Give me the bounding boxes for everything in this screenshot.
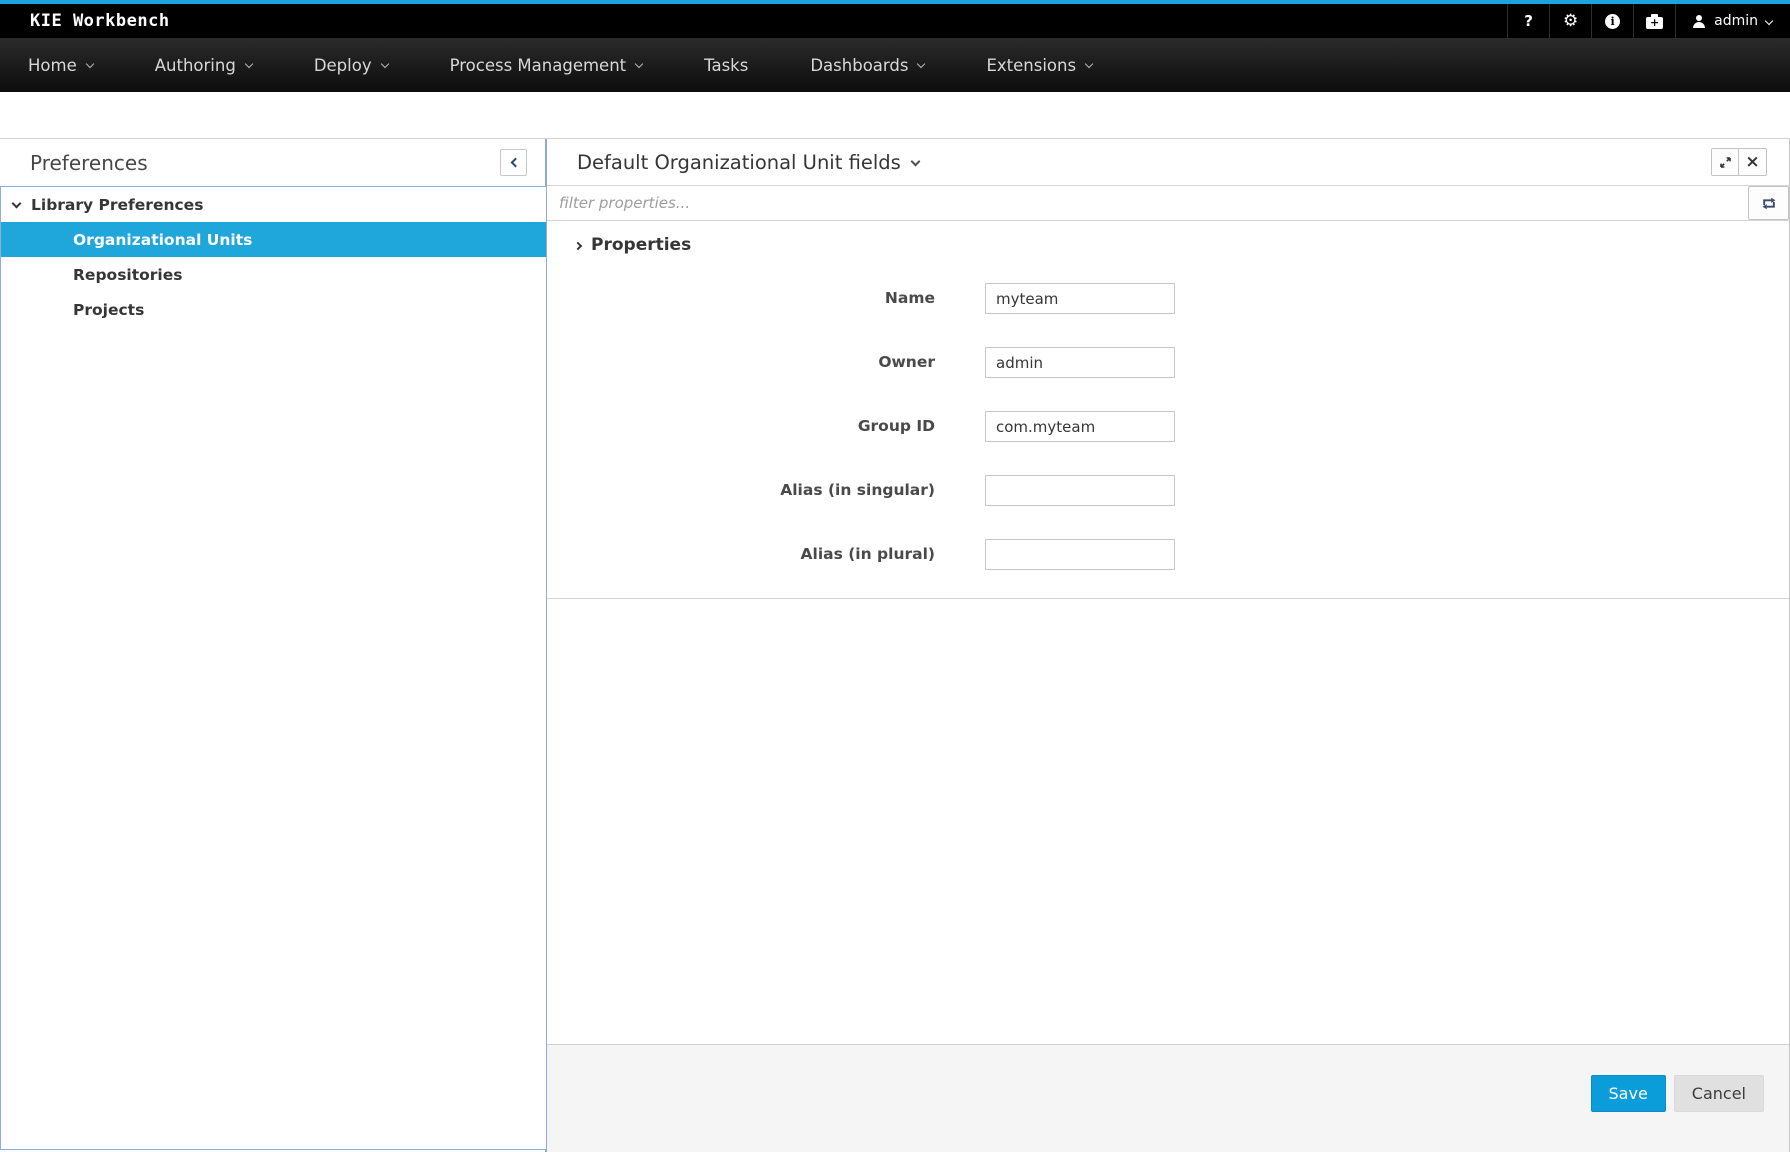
alias-singular-field[interactable] xyxy=(985,475,1175,506)
nav-item-home[interactable]: Home xyxy=(0,38,124,92)
chevron-down-icon xyxy=(12,198,22,208)
nav-label: Dashboards xyxy=(810,56,908,75)
main-nav: Home Authoring Deploy Process Management… xyxy=(0,38,1790,92)
help-button[interactable]: ? xyxy=(1507,4,1549,38)
properties-form: Name Owner Group ID Alias (in singular) … xyxy=(547,269,1789,570)
about-button[interactable]: i xyxy=(1591,4,1633,38)
nav-item-extensions[interactable]: Extensions xyxy=(955,38,1123,92)
chevron-down-icon xyxy=(1765,17,1773,25)
nav-item-dashboards[interactable]: Dashboards xyxy=(779,38,955,92)
tree-item-label: Library Preferences xyxy=(31,196,203,214)
alias-plural-field[interactable] xyxy=(985,539,1175,570)
workspace: Preferences Library Preferences Organiza… xyxy=(0,138,1790,1152)
nav-item-deploy[interactable]: Deploy xyxy=(283,38,419,92)
chevron-down-icon xyxy=(380,59,388,67)
preferences-title: Preferences xyxy=(0,151,500,175)
editor-title: Default Organizational Unit fields xyxy=(577,151,901,174)
gear-icon: ⚙ xyxy=(1563,13,1578,30)
chevron-down-icon xyxy=(245,59,253,67)
tree-item-projects[interactable]: Projects xyxy=(1,292,546,327)
tree-item-library-preferences[interactable]: Library Preferences xyxy=(1,187,546,222)
info-icon: i xyxy=(1605,14,1620,29)
settings-button[interactable]: ⚙ xyxy=(1549,4,1591,38)
tree-item-label: Repositories xyxy=(73,266,182,284)
name-field[interactable] xyxy=(985,283,1175,314)
brand-bar: KIE Workbench ? ⚙ i + admin xyxy=(0,4,1790,38)
form-row-alias-plural: Alias (in plural) xyxy=(547,539,1789,570)
user-menu[interactable]: admin xyxy=(1675,4,1790,38)
preferences-panel: Preferences Library Preferences Organiza… xyxy=(0,139,547,1152)
editor-window-buttons: × xyxy=(1711,148,1767,176)
nav-label: Authoring xyxy=(155,56,236,75)
form-row-owner: Owner xyxy=(547,347,1789,378)
name-label: Name xyxy=(547,283,985,314)
properties-section-toggle[interactable]: Properties xyxy=(547,221,1789,269)
content-gap xyxy=(0,92,1790,138)
properties-section: Properties Name Owner Group ID Alias (in… xyxy=(547,221,1789,599)
chevron-right-icon xyxy=(574,241,582,249)
user-name: admin xyxy=(1714,13,1758,29)
group-id-label: Group ID xyxy=(547,411,985,442)
form-row-name: Name xyxy=(547,283,1789,314)
nav-label: Home xyxy=(28,56,77,75)
tree-item-label: Organizational Units xyxy=(73,231,252,249)
chevron-down-icon xyxy=(1085,59,1093,67)
refresh-button[interactable] xyxy=(1748,186,1789,220)
report-button[interactable]: + xyxy=(1633,4,1675,38)
editor-header: Default Organizational Unit fields × xyxy=(547,139,1789,186)
tree-item-label: Projects xyxy=(73,301,144,319)
alias-plural-label: Alias (in plural) xyxy=(547,539,985,570)
owner-field[interactable] xyxy=(985,347,1175,378)
app-logo: KIE Workbench xyxy=(0,4,1507,38)
nav-item-process-management[interactable]: Process Management xyxy=(419,38,674,92)
close-icon: × xyxy=(1745,154,1759,171)
save-button[interactable]: Save xyxy=(1591,1075,1666,1112)
chevron-down-icon xyxy=(635,59,643,67)
chevron-down-icon xyxy=(910,156,920,166)
editor-panel: Default Organizational Unit fields × xyxy=(547,139,1790,1152)
preferences-header: Preferences xyxy=(0,139,545,186)
nav-item-authoring[interactable]: Authoring xyxy=(124,38,283,92)
medkit-icon: + xyxy=(1646,17,1663,29)
properties-section-title: Properties xyxy=(591,235,691,255)
nav-label: Tasks xyxy=(704,56,748,75)
nav-label: Process Management xyxy=(450,56,627,75)
filter-input[interactable] xyxy=(547,186,1748,220)
topbar-icons: ? ⚙ i + admin xyxy=(1507,4,1790,38)
expand-icon xyxy=(1719,156,1732,169)
tree-item-repositories[interactable]: Repositories xyxy=(1,257,546,292)
nav-label: Deploy xyxy=(314,56,372,75)
refresh-icon xyxy=(1761,196,1777,211)
form-row-group-id: Group ID xyxy=(547,411,1789,442)
tree-item-organizational-units[interactable]: Organizational Units xyxy=(1,222,546,257)
editor-footer: Save Cancel xyxy=(547,1044,1789,1152)
group-id-field[interactable] xyxy=(985,411,1175,442)
nav-label: Extensions xyxy=(986,56,1076,75)
form-row-alias-singular: Alias (in singular) xyxy=(547,475,1789,506)
alias-singular-label: Alias (in singular) xyxy=(547,475,985,506)
chevron-left-icon xyxy=(510,158,520,168)
nav-item-tasks[interactable]: Tasks xyxy=(673,38,779,92)
user-icon xyxy=(1692,15,1706,28)
collapse-panel-button[interactable] xyxy=(500,149,527,176)
chevron-down-icon xyxy=(85,59,93,67)
owner-label: Owner xyxy=(547,347,985,378)
help-icon: ? xyxy=(1524,12,1533,30)
close-button[interactable]: × xyxy=(1739,148,1767,176)
maximize-button[interactable] xyxy=(1711,148,1739,176)
cancel-button[interactable]: Cancel xyxy=(1674,1075,1764,1112)
filter-bar xyxy=(547,186,1789,221)
chevron-down-icon xyxy=(917,59,925,67)
preferences-tree: Library Preferences Organizational Units… xyxy=(0,186,547,1150)
editor-title-dropdown[interactable]: Default Organizational Unit fields xyxy=(547,151,1711,174)
